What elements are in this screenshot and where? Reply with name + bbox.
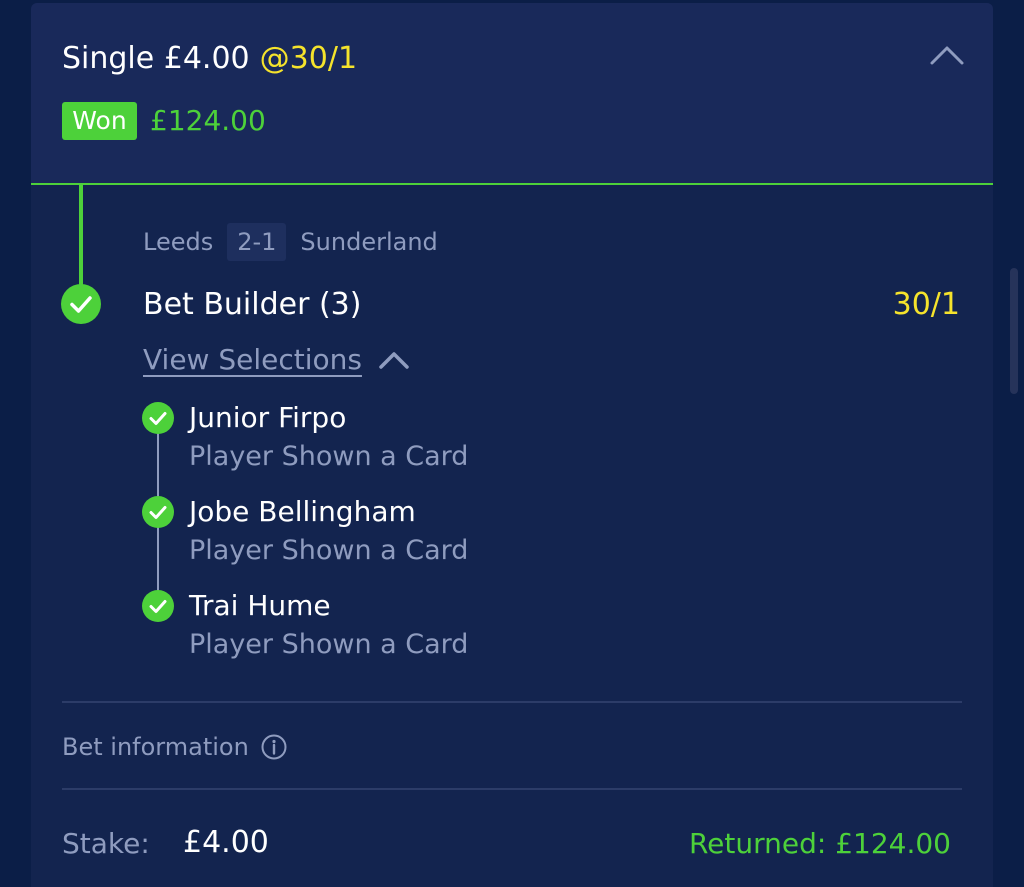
stake-value: £4.00 — [183, 825, 269, 860]
status-divider — [31, 183, 993, 185]
divider — [62, 701, 962, 703]
scrollbar-thumb[interactable] — [1010, 268, 1018, 394]
view-selections-toggle[interactable]: View Selections — [143, 343, 410, 376]
bet-information[interactable]: Bet information — [62, 733, 287, 761]
market-name: Bet Builder (3) — [143, 287, 362, 322]
selection-market: Player Shown a Card — [189, 441, 469, 472]
check-icon — [142, 590, 174, 622]
selection-name: Trai Hume — [189, 589, 331, 622]
match-score: 2-1 — [227, 223, 287, 261]
stake-label: Stake: — [62, 827, 150, 860]
leg-tracker-line — [79, 185, 83, 291]
selection-name: Jobe Bellingham — [189, 495, 416, 528]
selection-market: Player Shown a Card — [189, 535, 469, 566]
returned-amount: Returned: £124.00 — [688, 827, 951, 860]
check-icon — [142, 402, 174, 434]
match-info: Leeds 2-1 Sunderland — [143, 223, 438, 261]
bet-card: Single £4.00 @30/1 Won £124.00 Leeds 2-1 … — [31, 3, 993, 887]
market-odds: 30/1 — [892, 287, 960, 322]
home-team: Leeds — [143, 228, 214, 256]
chevron-up-icon[interactable] — [378, 350, 410, 370]
selection-market: Player Shown a Card — [189, 629, 469, 660]
won-amount: £124.00 — [150, 104, 266, 137]
divider — [62, 788, 962, 790]
check-icon — [142, 496, 174, 528]
bet-header[interactable]: Single £4.00 @30/1 Won £124.00 — [31, 3, 993, 183]
selection-name: Junior Firpo — [189, 401, 347, 434]
bet-type-stake: Single £4.00 — [62, 41, 250, 76]
check-icon — [61, 284, 101, 324]
away-team: Sunderland — [300, 228, 438, 256]
bet-information-label: Bet information — [62, 733, 249, 761]
bet-title: Single £4.00 @30/1 — [62, 41, 357, 76]
chevron-up-icon[interactable] — [929, 43, 965, 67]
view-selections-link[interactable]: View Selections — [143, 343, 362, 376]
info-icon[interactable] — [261, 734, 287, 760]
status-badge: Won — [62, 102, 137, 140]
bet-odds: @30/1 — [259, 41, 358, 76]
